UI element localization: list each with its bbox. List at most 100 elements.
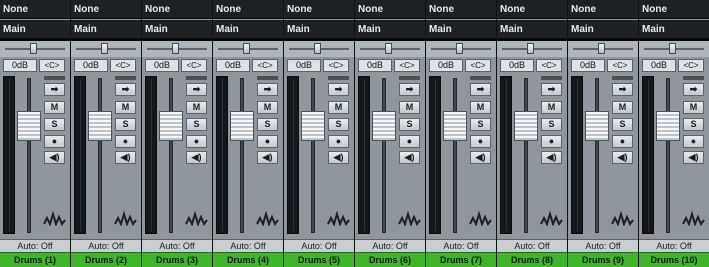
output-selector[interactable]: Main [639,20,709,39]
volume-fader-handle[interactable] [372,111,396,141]
input-selector[interactable]: None [568,0,638,19]
solo-button[interactable]: S [399,118,420,131]
pan-slider[interactable] [213,41,283,57]
volume-fader-handle[interactable] [585,111,609,141]
volume-value[interactable]: 0dB [74,59,108,72]
volume-value[interactable]: 0dB [500,59,534,72]
monitor-button[interactable]: ◀) [612,151,633,164]
solo-button[interactable]: S [115,118,136,131]
pan-value[interactable]: <C> [394,59,420,72]
volume-fader-track[interactable] [524,78,528,233]
mute-button[interactable]: M [612,101,633,114]
monitor-button[interactable]: ◀) [257,151,278,164]
pan-slider[interactable] [568,41,638,57]
record-arm-button[interactable]: ● [683,135,704,148]
monitor-button[interactable]: ◀) [470,151,491,164]
route-button[interactable]: ➡ [44,83,65,96]
monitor-button[interactable]: ◀) [328,151,349,164]
pan-slider-handle[interactable] [456,43,463,54]
pan-value[interactable]: <C> [536,59,562,72]
pan-slider[interactable] [497,41,567,57]
pan-slider[interactable] [0,41,70,57]
output-selector[interactable]: Main [142,20,212,39]
route-button[interactable]: ➡ [115,83,136,96]
record-arm-button[interactable]: ● [186,135,207,148]
volume-value[interactable]: 0dB [642,59,676,72]
pan-value[interactable]: <C> [181,59,207,72]
volume-fader-track[interactable] [311,78,315,233]
volume-value[interactable]: 0dB [216,59,250,72]
volume-fader-handle[interactable] [656,111,680,141]
pan-slider-handle[interactable] [598,43,605,54]
route-button[interactable]: ➡ [399,83,420,96]
channel-name-label[interactable]: Drums (8) [497,252,567,267]
record-arm-button[interactable]: ● [612,135,633,148]
automation-mode-button[interactable]: Auto: Off [0,239,70,252]
volume-fader-handle[interactable] [17,111,41,141]
input-selector[interactable]: None [426,0,496,19]
pan-slider[interactable] [426,41,496,57]
record-arm-button[interactable]: ● [115,135,136,148]
volume-fader-handle[interactable] [230,111,254,141]
mute-button[interactable]: M [186,101,207,114]
record-arm-button[interactable]: ● [257,135,278,148]
pan-value[interactable]: <C> [607,59,633,72]
volume-fader-handle[interactable] [159,111,183,141]
solo-button[interactable]: S [44,118,65,131]
volume-value[interactable]: 0dB [145,59,179,72]
record-arm-button[interactable]: ● [328,135,349,148]
volume-fader-track[interactable] [666,78,670,233]
pan-slider-handle[interactable] [172,43,179,54]
pan-slider[interactable] [142,41,212,57]
channel-name-label[interactable]: Drums (10) [639,252,709,267]
solo-button[interactable]: S [470,118,491,131]
mute-button[interactable]: M [115,101,136,114]
monitor-button[interactable]: ◀) [399,151,420,164]
solo-button[interactable]: S [541,118,562,131]
input-selector[interactable]: None [497,0,567,19]
volume-value[interactable]: 0dB [429,59,463,72]
pan-value[interactable]: <C> [465,59,491,72]
channel-name-label[interactable]: Drums (2) [71,252,141,267]
route-button[interactable]: ➡ [541,83,562,96]
output-selector[interactable]: Main [0,20,70,39]
volume-value[interactable]: 0dB [287,59,321,72]
pan-value[interactable]: <C> [678,59,704,72]
pan-value[interactable]: <C> [110,59,136,72]
monitor-button[interactable]: ◀) [683,151,704,164]
volume-fader-track[interactable] [240,78,244,233]
automation-mode-button[interactable]: Auto: Off [497,239,567,252]
input-selector[interactable]: None [639,0,709,19]
pan-slider[interactable] [355,41,425,57]
volume-fader-track[interactable] [98,78,102,233]
pan-value[interactable]: <C> [323,59,349,72]
record-arm-button[interactable]: ● [541,135,562,148]
mute-button[interactable]: M [399,101,420,114]
output-selector[interactable]: Main [568,20,638,39]
volume-fader-handle[interactable] [301,111,325,141]
output-selector[interactable]: Main [355,20,425,39]
input-selector[interactable]: None [355,0,425,19]
automation-mode-button[interactable]: Auto: Off [284,239,354,252]
record-arm-button[interactable]: ● [44,135,65,148]
pan-slider[interactable] [284,41,354,57]
pan-value[interactable]: <C> [39,59,65,72]
solo-button[interactable]: S [328,118,349,131]
pan-slider-handle[interactable] [101,43,108,54]
channel-name-label[interactable]: Drums (7) [426,252,496,267]
automation-mode-button[interactable]: Auto: Off [355,239,425,252]
channel-name-label[interactable]: Drums (6) [355,252,425,267]
route-button[interactable]: ➡ [328,83,349,96]
automation-mode-button[interactable]: Auto: Off [142,239,212,252]
volume-value[interactable]: 0dB [358,59,392,72]
volume-fader-track[interactable] [27,78,31,233]
automation-mode-button[interactable]: Auto: Off [568,239,638,252]
monitor-button[interactable]: ◀) [115,151,136,164]
mute-button[interactable]: M [683,101,704,114]
pan-slider-handle[interactable] [527,43,534,54]
output-selector[interactable]: Main [426,20,496,39]
automation-mode-button[interactable]: Auto: Off [639,239,709,252]
output-selector[interactable]: Main [284,20,354,39]
input-selector[interactable]: None [0,0,70,19]
volume-fader-handle[interactable] [514,111,538,141]
